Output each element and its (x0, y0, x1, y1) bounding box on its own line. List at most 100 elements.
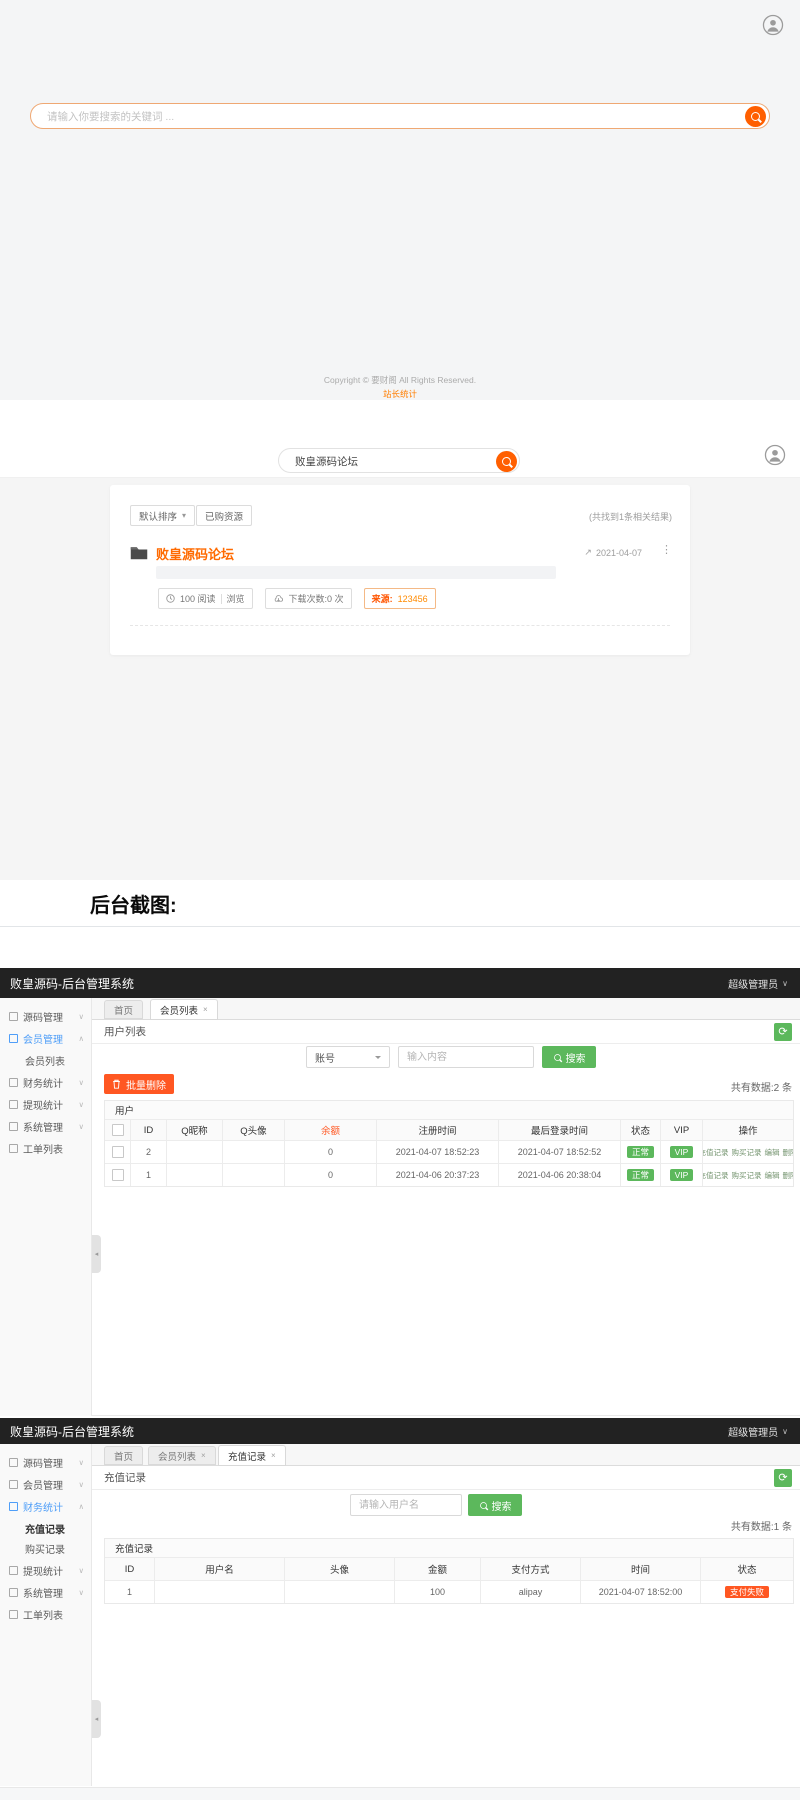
gear-icon (9, 1588, 18, 1597)
sidebar-item-finance[interactable]: 财务统计 ∨ (0, 1072, 91, 1092)
col-method: 支付方式 (481, 1558, 581, 1580)
refresh-button[interactable]: ⟳ (774, 1023, 792, 1041)
sidebar-item-source[interactable]: 源码管理 ∨ (0, 1006, 91, 1026)
reads-label: 100 阅读 (180, 592, 216, 605)
close-icon[interactable]: × (201, 1451, 206, 1460)
cell-reg-time: 2021-04-07 18:52:23 (377, 1141, 499, 1163)
admin-sidebar: 源码管理 ∨ 会员管理 ∧ 会员列表 财务统计 ∨ 提现统计 ∨ 系统管理 ∨ … (0, 998, 92, 1416)
sidebar-item-system[interactable]: 系统管理 ∨ (0, 1582, 91, 1602)
col-id: ID (105, 1558, 155, 1580)
purchase-records-link[interactable]: 购买记录 (732, 1170, 762, 1181)
tab-label: 首页 (114, 1449, 133, 1463)
recharge-search-input[interactable] (350, 1494, 462, 1516)
edit-link[interactable]: 编辑 (765, 1147, 780, 1158)
close-icon[interactable]: × (203, 1005, 208, 1014)
forum-search-input[interactable] (293, 451, 489, 472)
sidebar-item-withdraw-stats[interactable]: 提现统计 ∨ (0, 1094, 91, 1114)
sort-button[interactable]: 默认排序 ▾ (130, 505, 195, 526)
tab-home[interactable]: 首页 (104, 1446, 143, 1465)
recharge-search-button[interactable]: 搜索 (468, 1494, 522, 1516)
recharge-records-link[interactable]: 充值记录 (703, 1170, 729, 1181)
row-checkbox[interactable] (112, 1169, 124, 1181)
search-icon (502, 457, 511, 466)
tab-home[interactable]: 首页 (104, 1000, 143, 1019)
cell-id: 1 (105, 1581, 155, 1603)
table-row: 2 0 2021-04-07 18:52:23 2021-04-07 18:52… (105, 1141, 793, 1164)
tab-member-list[interactable]: 会员列表 × (148, 1446, 216, 1465)
sidebar-item-tickets[interactable]: 工单列表 (0, 1138, 91, 1158)
user-avatar-icon[interactable] (764, 444, 786, 466)
col-qq-nick: Q昵称 (167, 1120, 223, 1140)
table-group-header: 用户 (105, 1101, 793, 1120)
members-icon (9, 1480, 18, 1489)
tab-recharge-records[interactable]: 充值记录 × (218, 1445, 286, 1466)
user-avatar-icon[interactable] (762, 14, 784, 36)
collapse-icon: ◂ (95, 1250, 99, 1258)
chevron-down-icon: ∨ (79, 1100, 85, 1109)
admin-user-menu[interactable]: 超级管理员 ∨ (728, 1424, 788, 1439)
sidebar-item-recharge-records[interactable]: 充值记录 (0, 1518, 91, 1538)
reads-chip[interactable]: 100 阅读 浏览 (158, 588, 253, 609)
sidebar-collapse-handle[interactable]: ◂ (92, 1700, 101, 1738)
source-icon (9, 1012, 18, 1021)
tab-member-list[interactable]: 会员列表 × (150, 999, 218, 1020)
sidebar-item-withdraw-stats[interactable]: 提现统计 ∨ (0, 1560, 91, 1580)
page-footer-strip (0, 1788, 800, 1800)
downloads-chip[interactable]: 下载次数:0 次 (265, 588, 352, 609)
row-checkbox[interactable] (112, 1146, 124, 1158)
search-field-select[interactable]: 账号 (306, 1046, 390, 1068)
table-row: 1 100 alipay 2021-04-07 18:52:00 支付失败 (105, 1581, 793, 1603)
cloud-download-icon (273, 594, 284, 603)
edit-link[interactable]: 编辑 (765, 1170, 780, 1181)
sidebar-item-tickets[interactable]: 工单列表 (0, 1604, 91, 1624)
tab-label: 会员列表 (160, 1003, 198, 1017)
landing-search-input[interactable] (45, 106, 698, 128)
admin-breadcrumb-bar: 用户列表 ⟳ (92, 1020, 800, 1044)
sidebar-item-system[interactable]: 系统管理 ∨ (0, 1116, 91, 1136)
purchased-button[interactable]: 已购资源 (196, 505, 252, 526)
admin-topbar: 败皇源码-后台管理系统 超级管理员 ∨ (0, 1418, 800, 1444)
sidebar-label: 会员管理 (23, 1031, 63, 1046)
sidebar-item-member-list[interactable]: 会员列表 (0, 1050, 91, 1070)
search-icon (554, 1054, 561, 1061)
select-value: 账号 (315, 1050, 335, 1065)
member-search-input[interactable] (398, 1046, 534, 1068)
batch-delete-label: 批量删除 (126, 1077, 166, 1092)
delete-link[interactable]: 删除 (783, 1170, 794, 1181)
sidebar-item-members[interactable]: 会员管理 ∧ (0, 1028, 91, 1048)
close-icon[interactable]: × (271, 1451, 276, 1460)
sidebar-item-purchase-records[interactable]: 购买记录 (0, 1538, 91, 1558)
more-menu-icon[interactable]: ⋮ (661, 543, 672, 556)
col-status: 状态 (701, 1558, 793, 1580)
admin-user-menu[interactable]: 超级管理员 ∨ (728, 976, 788, 991)
result-count: (共找到1条相关结果) (589, 510, 672, 523)
sidebar-label: 源码管理 (23, 1009, 63, 1024)
cell-reg-time: 2021-04-06 20:37:23 (377, 1164, 499, 1186)
col-status: 状态 (621, 1120, 661, 1140)
source-chip[interactable]: 来源: 123456 (364, 588, 436, 609)
member-search-button[interactable]: 搜索 (542, 1046, 596, 1068)
forum-search-button[interactable] (496, 451, 517, 472)
sidebar-label: 提现统计 (23, 1563, 63, 1578)
select-all-checkbox[interactable] (112, 1124, 124, 1136)
recharge-records-link[interactable]: 充值记录 (703, 1147, 729, 1158)
status-badge: 正常 (627, 1146, 654, 1159)
refresh-button[interactable]: ⟳ (774, 1469, 792, 1487)
sidebar-item-finance[interactable]: 财务统计 ∧ (0, 1496, 91, 1516)
admin-sidebar: 源码管理 ∨ 会员管理 ∨ 财务统计 ∧ 充值记录 购买记录 提现统计 ∨ 系统… (0, 1444, 92, 1786)
sidebar-item-source[interactable]: 源码管理 ∨ (0, 1452, 91, 1472)
views-label: 浏览 (227, 592, 245, 605)
landing-search-button[interactable] (745, 106, 766, 127)
delete-link[interactable]: 删除 (783, 1147, 794, 1158)
cell-qq-nick (167, 1164, 223, 1186)
sidebar-collapse-handle[interactable]: ◂ (92, 1235, 101, 1273)
sidebar-label: 源码管理 (23, 1455, 63, 1470)
sidebar-item-members[interactable]: 会员管理 ∨ (0, 1474, 91, 1494)
post-title[interactable]: 败皇源码论坛 (156, 544, 234, 563)
breadcrumb: 用户列表 (104, 1020, 146, 1044)
cell-last-login: 2021-04-07 18:52:52 (499, 1141, 621, 1163)
site-stats-link[interactable]: 站长统计 (0, 388, 800, 400)
row-actions: 充值记录 购买记录 编辑 删除 (703, 1170, 793, 1181)
batch-delete-button[interactable]: 批量删除 (104, 1074, 174, 1094)
purchase-records-link[interactable]: 购买记录 (732, 1147, 762, 1158)
